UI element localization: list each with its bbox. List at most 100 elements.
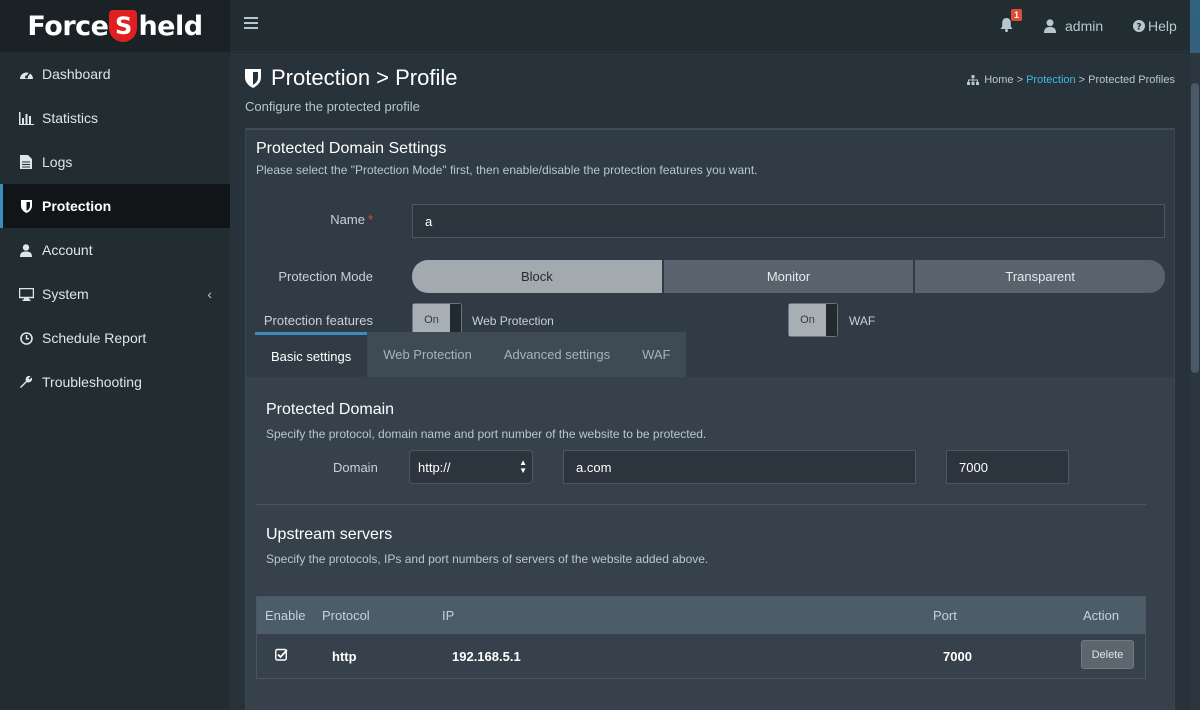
main-content: Protection > Profile Configure the prote…	[230, 53, 1190, 710]
shield-icon	[18, 199, 34, 213]
sidebar-item-dashboard[interactable]: Dashboard	[0, 52, 230, 96]
protected-domain-subtitle: Specify the protocol, domain name and po…	[266, 427, 707, 441]
protected-domain-settings-panel: Protected Domain Settings Please select …	[245, 128, 1175, 710]
mode-monitor-button[interactable]: Monitor	[663, 260, 916, 293]
column-header-ip: IP	[442, 608, 455, 623]
sidebar-item-label: Troubleshooting	[42, 374, 142, 390]
wrench-icon	[18, 375, 34, 389]
brand-logo[interactable]: Force Sheld	[0, 0, 230, 52]
column-header-action: Action	[1083, 608, 1120, 623]
protocol-selected-value: http://	[418, 459, 451, 475]
sidebar-item-account[interactable]: Account	[0, 228, 230, 272]
top-navbar: 1 admin ? Help	[230, 0, 1200, 52]
sidebar-item-label: Statistics	[42, 110, 99, 126]
sidebar-item-troubleshooting[interactable]: Troubleshooting	[0, 360, 230, 404]
file-icon	[18, 155, 34, 169]
help-label: Help	[1148, 18, 1177, 34]
breadcrumb-separator: >	[1013, 74, 1027, 86]
sidebar-item-label: Dashboard	[42, 66, 111, 82]
row-ip: 192.168.5.1	[452, 649, 521, 664]
web-protection-toggle-label: Web Protection	[472, 314, 554, 328]
table-header: Enable Protocol IP Port Action	[257, 597, 1145, 634]
name-label: Name *	[330, 212, 373, 227]
section-divider	[256, 504, 1146, 505]
toggle-state: On	[789, 304, 826, 336]
brand-suffix: held	[138, 10, 203, 42]
table-row: http 192.168.5.1 7000 Delete	[257, 634, 1145, 679]
tab-web-protection[interactable]: Web Protection	[367, 332, 488, 377]
notifications-button[interactable]: 1	[1000, 0, 1030, 52]
port-input[interactable]: 7000	[946, 450, 1069, 484]
page-scrollbar[interactable]	[1190, 53, 1200, 710]
menu-toggle-icon[interactable]	[244, 17, 258, 31]
select-arrows-icon: ▲ ▼	[519, 458, 527, 475]
delete-button[interactable]: Delete	[1081, 640, 1134, 669]
panel-title: Protected Domain Settings	[256, 140, 447, 157]
upstream-servers-subtitle: Specify the protocols, IPs and port numb…	[266, 552, 709, 566]
sidebar-item-logs[interactable]: Logs	[0, 140, 230, 184]
sidebar-item-label: Account	[42, 242, 93, 258]
brand-shield-letter: S	[109, 10, 138, 42]
brand-wordmark: Force Sheld	[27, 10, 203, 42]
domain-label: Domain	[333, 460, 378, 475]
shield-icon	[245, 68, 261, 88]
protection-mode-segmented-control: Block Monitor Transparent	[412, 260, 1165, 293]
protected-domain-title: Protected Domain	[266, 401, 395, 418]
column-header-port: Port	[933, 608, 957, 623]
user-icon	[1044, 19, 1056, 33]
breadcrumb: Home > Protection > Protected Profiles	[967, 74, 1175, 86]
monitor-icon	[18, 287, 34, 301]
username-label: admin	[1065, 18, 1104, 34]
sidebar-item-label: Schedule Report	[42, 330, 147, 346]
svg-text:?: ?	[1136, 22, 1141, 32]
tab-advanced-settings[interactable]: Advanced settings	[488, 332, 626, 377]
scrollbar-thumb[interactable]	[1191, 83, 1199, 373]
protection-mode-label: Protection Mode	[278, 269, 373, 284]
sidebar-item-schedule-report[interactable]: Schedule Report	[0, 316, 230, 360]
name-input[interactable]: a	[412, 204, 1165, 238]
sitemap-icon	[967, 75, 980, 85]
domain-input[interactable]: a.com	[563, 450, 916, 484]
sidebar-item-protection[interactable]: Protection	[0, 184, 230, 228]
upstream-servers-table: Enable Protocol IP Port Action http 192.…	[256, 596, 1146, 679]
page-title-text: Protection > Profile	[271, 65, 458, 90]
sidebar-item-system[interactable]: System ‹	[0, 272, 230, 316]
mode-transparent-button[interactable]: Transparent	[915, 260, 1165, 293]
mode-block-button[interactable]: Block	[412, 260, 664, 293]
tab-basic-settings[interactable]: Basic settings	[255, 332, 368, 377]
bar-chart-icon	[18, 111, 34, 125]
waf-toggle-label: WAF	[849, 314, 876, 328]
clock-icon	[18, 331, 34, 345]
toggle-knob	[826, 304, 837, 336]
sidebar: Force Sheld Dashboard Statistics Logs Pro…	[0, 0, 230, 710]
protocol-select[interactable]: http:// ▲ ▼	[409, 450, 533, 484]
dashboard-icon	[18, 67, 34, 81]
sidebar-item-label: Logs	[42, 154, 73, 170]
tab-waf[interactable]: WAF	[626, 332, 686, 377]
breadcrumb-home[interactable]: Home	[984, 74, 1013, 86]
brand-prefix: Force	[27, 10, 109, 42]
required-asterisk: *	[367, 212, 373, 227]
waf-toggle[interactable]: On	[788, 303, 838, 337]
breadcrumb-separator: >	[1075, 74, 1089, 86]
notification-count-badge: 1	[1011, 9, 1023, 21]
breadcrumb-protection[interactable]: Protection	[1026, 74, 1076, 86]
tab-content-basic-settings: Protected Domain Specify the protocol, d…	[246, 377, 1174, 710]
page-title: Protection > Profile	[245, 65, 457, 91]
row-protocol: http	[332, 649, 357, 664]
panel-subtitle: Please select the "Protection Mode" firs…	[256, 163, 758, 177]
enable-checkbox[interactable]	[275, 648, 288, 664]
user-menu[interactable]: admin	[1044, 0, 1103, 52]
sidebar-item-statistics[interactable]: Statistics	[0, 96, 230, 140]
column-header-protocol: Protocol	[322, 608, 370, 623]
page-subtitle: Configure the protected profile	[245, 99, 420, 114]
user-icon	[18, 243, 34, 257]
question-circle-icon: ?	[1133, 20, 1145, 32]
settings-tabs: Basic settings Web Protection Advanced s…	[255, 332, 687, 377]
protection-features-label: Protection features	[263, 313, 373, 328]
sidebar-item-label: Protection	[42, 198, 112, 214]
help-link[interactable]: ? Help	[1133, 0, 1177, 52]
row-port: 7000	[943, 649, 972, 664]
chevron-left-icon: ‹	[207, 286, 212, 302]
column-header-enable: Enable	[265, 608, 306, 623]
